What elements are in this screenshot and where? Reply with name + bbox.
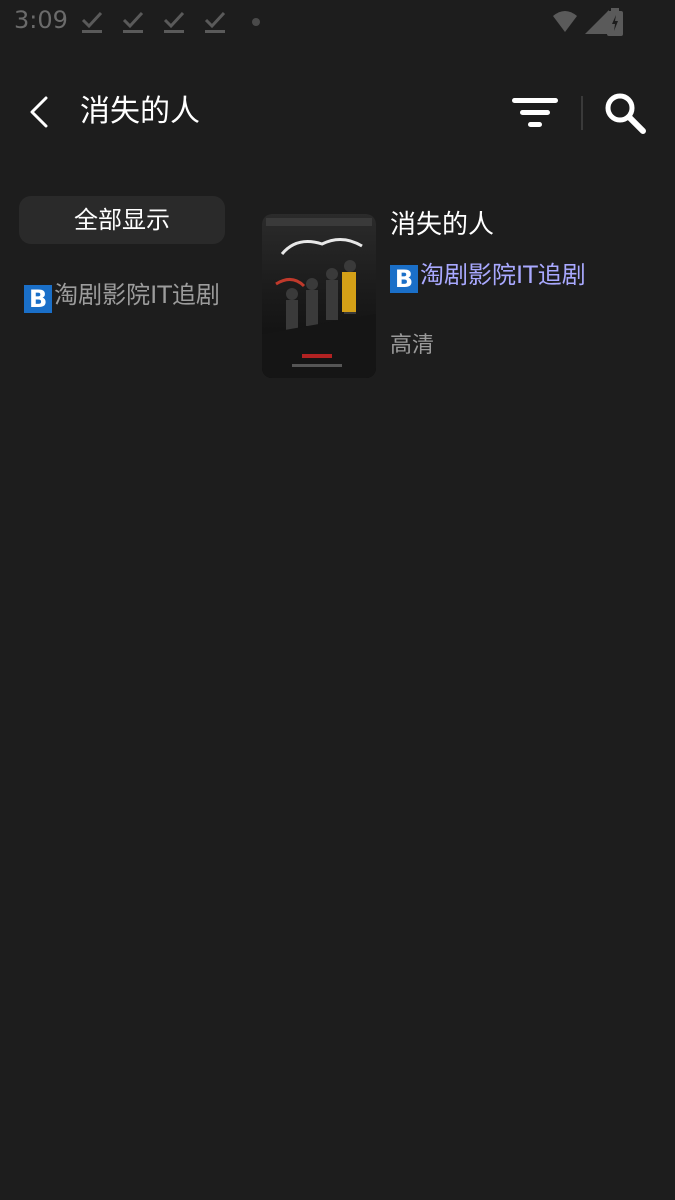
result-quality: 高清 bbox=[390, 333, 435, 358]
filter-all-button[interactable]: 全部显示 bbox=[19, 196, 225, 244]
result-source-label: 淘剧影院IT追剧 bbox=[420, 261, 586, 289]
search-icon[interactable] bbox=[602, 90, 648, 136]
header-divider bbox=[581, 96, 583, 130]
filter-icon[interactable] bbox=[510, 92, 562, 132]
header-bar: 消失的人 bbox=[0, 70, 675, 156]
download-done-icon bbox=[122, 11, 144, 33]
download-done-icon bbox=[81, 11, 103, 33]
status-bar: 3:09 bbox=[0, 0, 675, 46]
result-title: 消失的人 bbox=[390, 210, 495, 240]
source-filter-item[interactable]: B 淘剧影院IT追剧 bbox=[19, 280, 225, 313]
page-title: 消失的人 bbox=[80, 94, 200, 129]
notification-dot-icon bbox=[252, 18, 260, 26]
result-card[interactable]: 消失的人 B 淘剧影院IT追剧 高清 bbox=[262, 210, 662, 380]
status-time: 3:09 bbox=[14, 6, 68, 34]
poster-artwork-icon bbox=[262, 214, 376, 378]
download-done-icon bbox=[163, 11, 185, 33]
back-arrow-icon[interactable] bbox=[20, 92, 60, 132]
download-done-icon bbox=[204, 11, 226, 33]
result-source-link[interactable]: B 淘剧影院IT追剧 bbox=[390, 260, 586, 293]
battery-icon bbox=[607, 8, 623, 36]
source-filter-label: 淘剧影院IT追剧 bbox=[54, 281, 220, 309]
source-b-badge-icon: B bbox=[390, 265, 418, 293]
poster-image bbox=[262, 214, 376, 378]
filter-all-label: 全部显示 bbox=[74, 206, 170, 234]
source-b-badge-icon: B bbox=[24, 285, 53, 313]
